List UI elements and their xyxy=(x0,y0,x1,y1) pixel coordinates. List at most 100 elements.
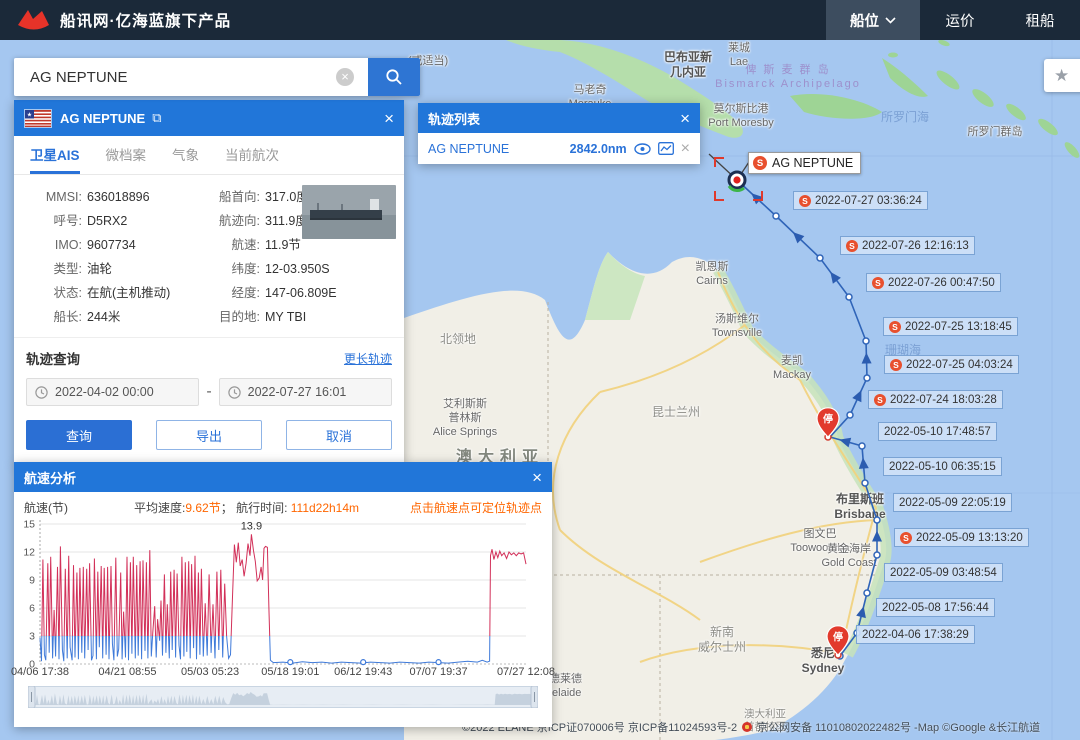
search-button[interactable] xyxy=(368,58,420,96)
timestamp-text: 2022-07-24 18:03:28 xyxy=(890,394,997,406)
stats-separator: ； xyxy=(221,501,233,515)
track-list-header: 轨迹列表 × xyxy=(418,103,700,133)
query-button[interactable]: 查询 xyxy=(26,420,132,450)
visibility-eye-icon[interactable] xyxy=(634,143,651,155)
timestamp-text: 2022-07-25 13:18:45 xyxy=(905,321,1012,333)
field-label: 航迹向: xyxy=(202,209,260,233)
field-label: IMO: xyxy=(26,233,82,257)
query-button[interactable]: 导出 xyxy=(156,420,262,450)
field-value: 636018896 xyxy=(87,185,150,209)
track-row-distance: 2842.0nm xyxy=(570,142,627,156)
info-field: 状态: 在航(主机推动) xyxy=(26,281,202,305)
satellite-badge-icon: S xyxy=(799,195,811,207)
field-label: 呼号: xyxy=(26,209,82,233)
clear-search-icon[interactable]: × xyxy=(336,68,354,86)
field-label: 经度: xyxy=(202,281,260,305)
track-list-panel: 轨迹列表 × AG NEPTUNE 2842.0nm × xyxy=(418,103,700,164)
field-label: 状态: xyxy=(26,281,82,305)
close-icon[interactable]: × xyxy=(680,110,690,127)
track-timestamp-label[interactable]: S 2022-07-26 00:47:50 xyxy=(866,273,1001,292)
ship-info-panel: ★ AG NEPTUNE ⧉ × 卫星AIS 微档案 气象 当前航次 MMSI: 63… xyxy=(14,100,404,464)
copyright-right: 京公网安备 11010802022482号 -Map ©Google &长江航道 xyxy=(757,719,1040,735)
date-to-input[interactable]: 2022-07-27 16:01 xyxy=(219,378,392,406)
x-tick-label: 04/21 08:55 xyxy=(98,666,156,678)
track-timestamp-label[interactable]: S 2022-05-09 13:13:20 xyxy=(894,528,1029,547)
date-from-value: 2022-04-02 00:00 xyxy=(55,385,154,399)
stop-pin-marker[interactable]: 停 xyxy=(816,407,840,438)
search-bar: × xyxy=(14,58,420,96)
search-input[interactable] xyxy=(14,58,368,96)
close-icon[interactable]: × xyxy=(384,110,394,127)
track-list-row: AG NEPTUNE 2842.0nm × xyxy=(418,133,700,164)
tab[interactable]: 微档案 xyxy=(106,136,147,174)
clock-icon xyxy=(228,386,241,399)
nav-item-label: 运价 xyxy=(946,10,975,31)
top-navigation: 船位 运价 租船 xyxy=(826,0,1080,40)
tab[interactable]: 卫星AIS xyxy=(30,136,80,174)
field-value: MY TBI xyxy=(265,305,306,329)
satellite-badge-icon: S xyxy=(889,321,901,333)
button-label: 查询 xyxy=(66,426,92,445)
tab-label: 气象 xyxy=(172,144,199,164)
speed-chart[interactable]: 0369121513.9 xyxy=(14,516,532,668)
favorite-star-button[interactable]: ★ xyxy=(1044,59,1080,92)
ship-photo[interactable] xyxy=(302,185,396,239)
vessel-map-label[interactable]: S AG NEPTUNE xyxy=(748,152,861,174)
track-timestamp-label[interactable]: S 2022-07-24 18:03:28 xyxy=(868,390,1003,409)
gov-badge-icon xyxy=(742,722,752,732)
field-value: 244米 xyxy=(87,305,120,329)
vessel-name: AG NEPTUNE xyxy=(772,156,853,170)
ship-panel-title: AG NEPTUNE xyxy=(60,111,145,126)
tab[interactable]: 气象 xyxy=(172,136,199,174)
chart-brush[interactable] xyxy=(28,686,538,708)
nav-item[interactable]: 船位 xyxy=(826,0,920,40)
tab-label: 卫星AIS xyxy=(30,144,80,164)
track-timestamp-label[interactable]: S 2022-07-26 12:16:13 xyxy=(840,236,975,255)
track-timestamp-label[interactable]: S 2022-07-25 04:03:24 xyxy=(884,355,1019,374)
track-timestamp-label[interactable]: S 2022-07-25 13:18:45 xyxy=(883,317,1018,336)
track-timestamp-label[interactable]: 2022-05-10 17:48:57 xyxy=(878,422,997,441)
timestamp-text: 2022-05-10 06:35:15 xyxy=(889,461,996,473)
info-field: 船长: 244米 xyxy=(26,305,202,329)
brand[interactable]: 船讯网·亿海蓝旗下产品 xyxy=(16,7,231,33)
track-timestamp-label[interactable]: 2022-05-09 03:48:54 xyxy=(884,563,1003,582)
track-timestamp-label[interactable]: 2022-05-10 06:35:15 xyxy=(883,457,1002,476)
svg-text:★: ★ xyxy=(27,111,32,118)
info-field: MMSI: 636018896 xyxy=(26,185,202,209)
tab-label: 当前航次 xyxy=(225,144,279,164)
speed-panel-header: 航速分析 × xyxy=(14,462,552,492)
info-field: 纬度: 12-03.950S xyxy=(202,257,337,281)
stop-pin-marker[interactable]: 停 xyxy=(826,625,850,656)
duration-value: 111d22h14m xyxy=(291,501,359,515)
edit-icon[interactable]: ⧉ xyxy=(152,110,161,126)
nav-item[interactable]: 租船 xyxy=(1000,0,1080,40)
timestamp-text: 2022-05-09 13:13:20 xyxy=(916,532,1023,544)
query-button[interactable]: 取消 xyxy=(286,420,392,450)
liberia-flag-icon: ★ xyxy=(24,109,52,128)
track-timestamp-label[interactable]: 2022-05-09 22:05:19 xyxy=(893,493,1012,512)
longer-track-link[interactable]: 更长轨迹 xyxy=(344,350,392,367)
topbar: 船讯网·亿海蓝旗下产品 船位 运价 租船 xyxy=(0,0,1080,40)
track-timestamp-label[interactable]: 2022-04-06 17:38:29 xyxy=(856,625,975,644)
tab[interactable]: 当前航次 xyxy=(225,136,279,174)
date-from-input[interactable]: 2022-04-02 00:00 xyxy=(26,378,199,406)
x-tick-label: 07/27 12:08 xyxy=(497,666,555,678)
speed-panel-title: 航速分析 xyxy=(24,468,76,487)
timestamp-text: 2022-07-26 12:16:13 xyxy=(862,240,969,252)
nav-item[interactable]: 运价 xyxy=(920,0,1000,40)
track-row-name[interactable]: AG NEPTUNE xyxy=(428,142,563,156)
svg-text:停: 停 xyxy=(833,631,843,644)
x-tick-label: 06/12 19:43 xyxy=(334,666,392,678)
field-value: 在航(主机推动) xyxy=(87,281,170,305)
info-field: 呼号: D5RX2 xyxy=(26,209,202,233)
track-timestamp-label[interactable]: 2022-05-08 17:56:44 xyxy=(876,598,995,617)
date-to-value: 2022-07-27 16:01 xyxy=(248,385,347,399)
speed-chart-icon[interactable] xyxy=(658,142,674,155)
remove-track-icon[interactable]: × xyxy=(681,141,690,157)
timestamp-text: 2022-04-06 17:38:29 xyxy=(862,629,969,641)
timestamp-text: 2022-05-10 17:48:57 xyxy=(884,426,991,438)
nav-item-label: 船位 xyxy=(850,10,879,31)
close-icon[interactable]: × xyxy=(532,469,542,486)
track-timestamp-label[interactable]: S 2022-07-27 03:36:24 xyxy=(793,191,928,210)
star-icon: ★ xyxy=(1054,66,1069,86)
